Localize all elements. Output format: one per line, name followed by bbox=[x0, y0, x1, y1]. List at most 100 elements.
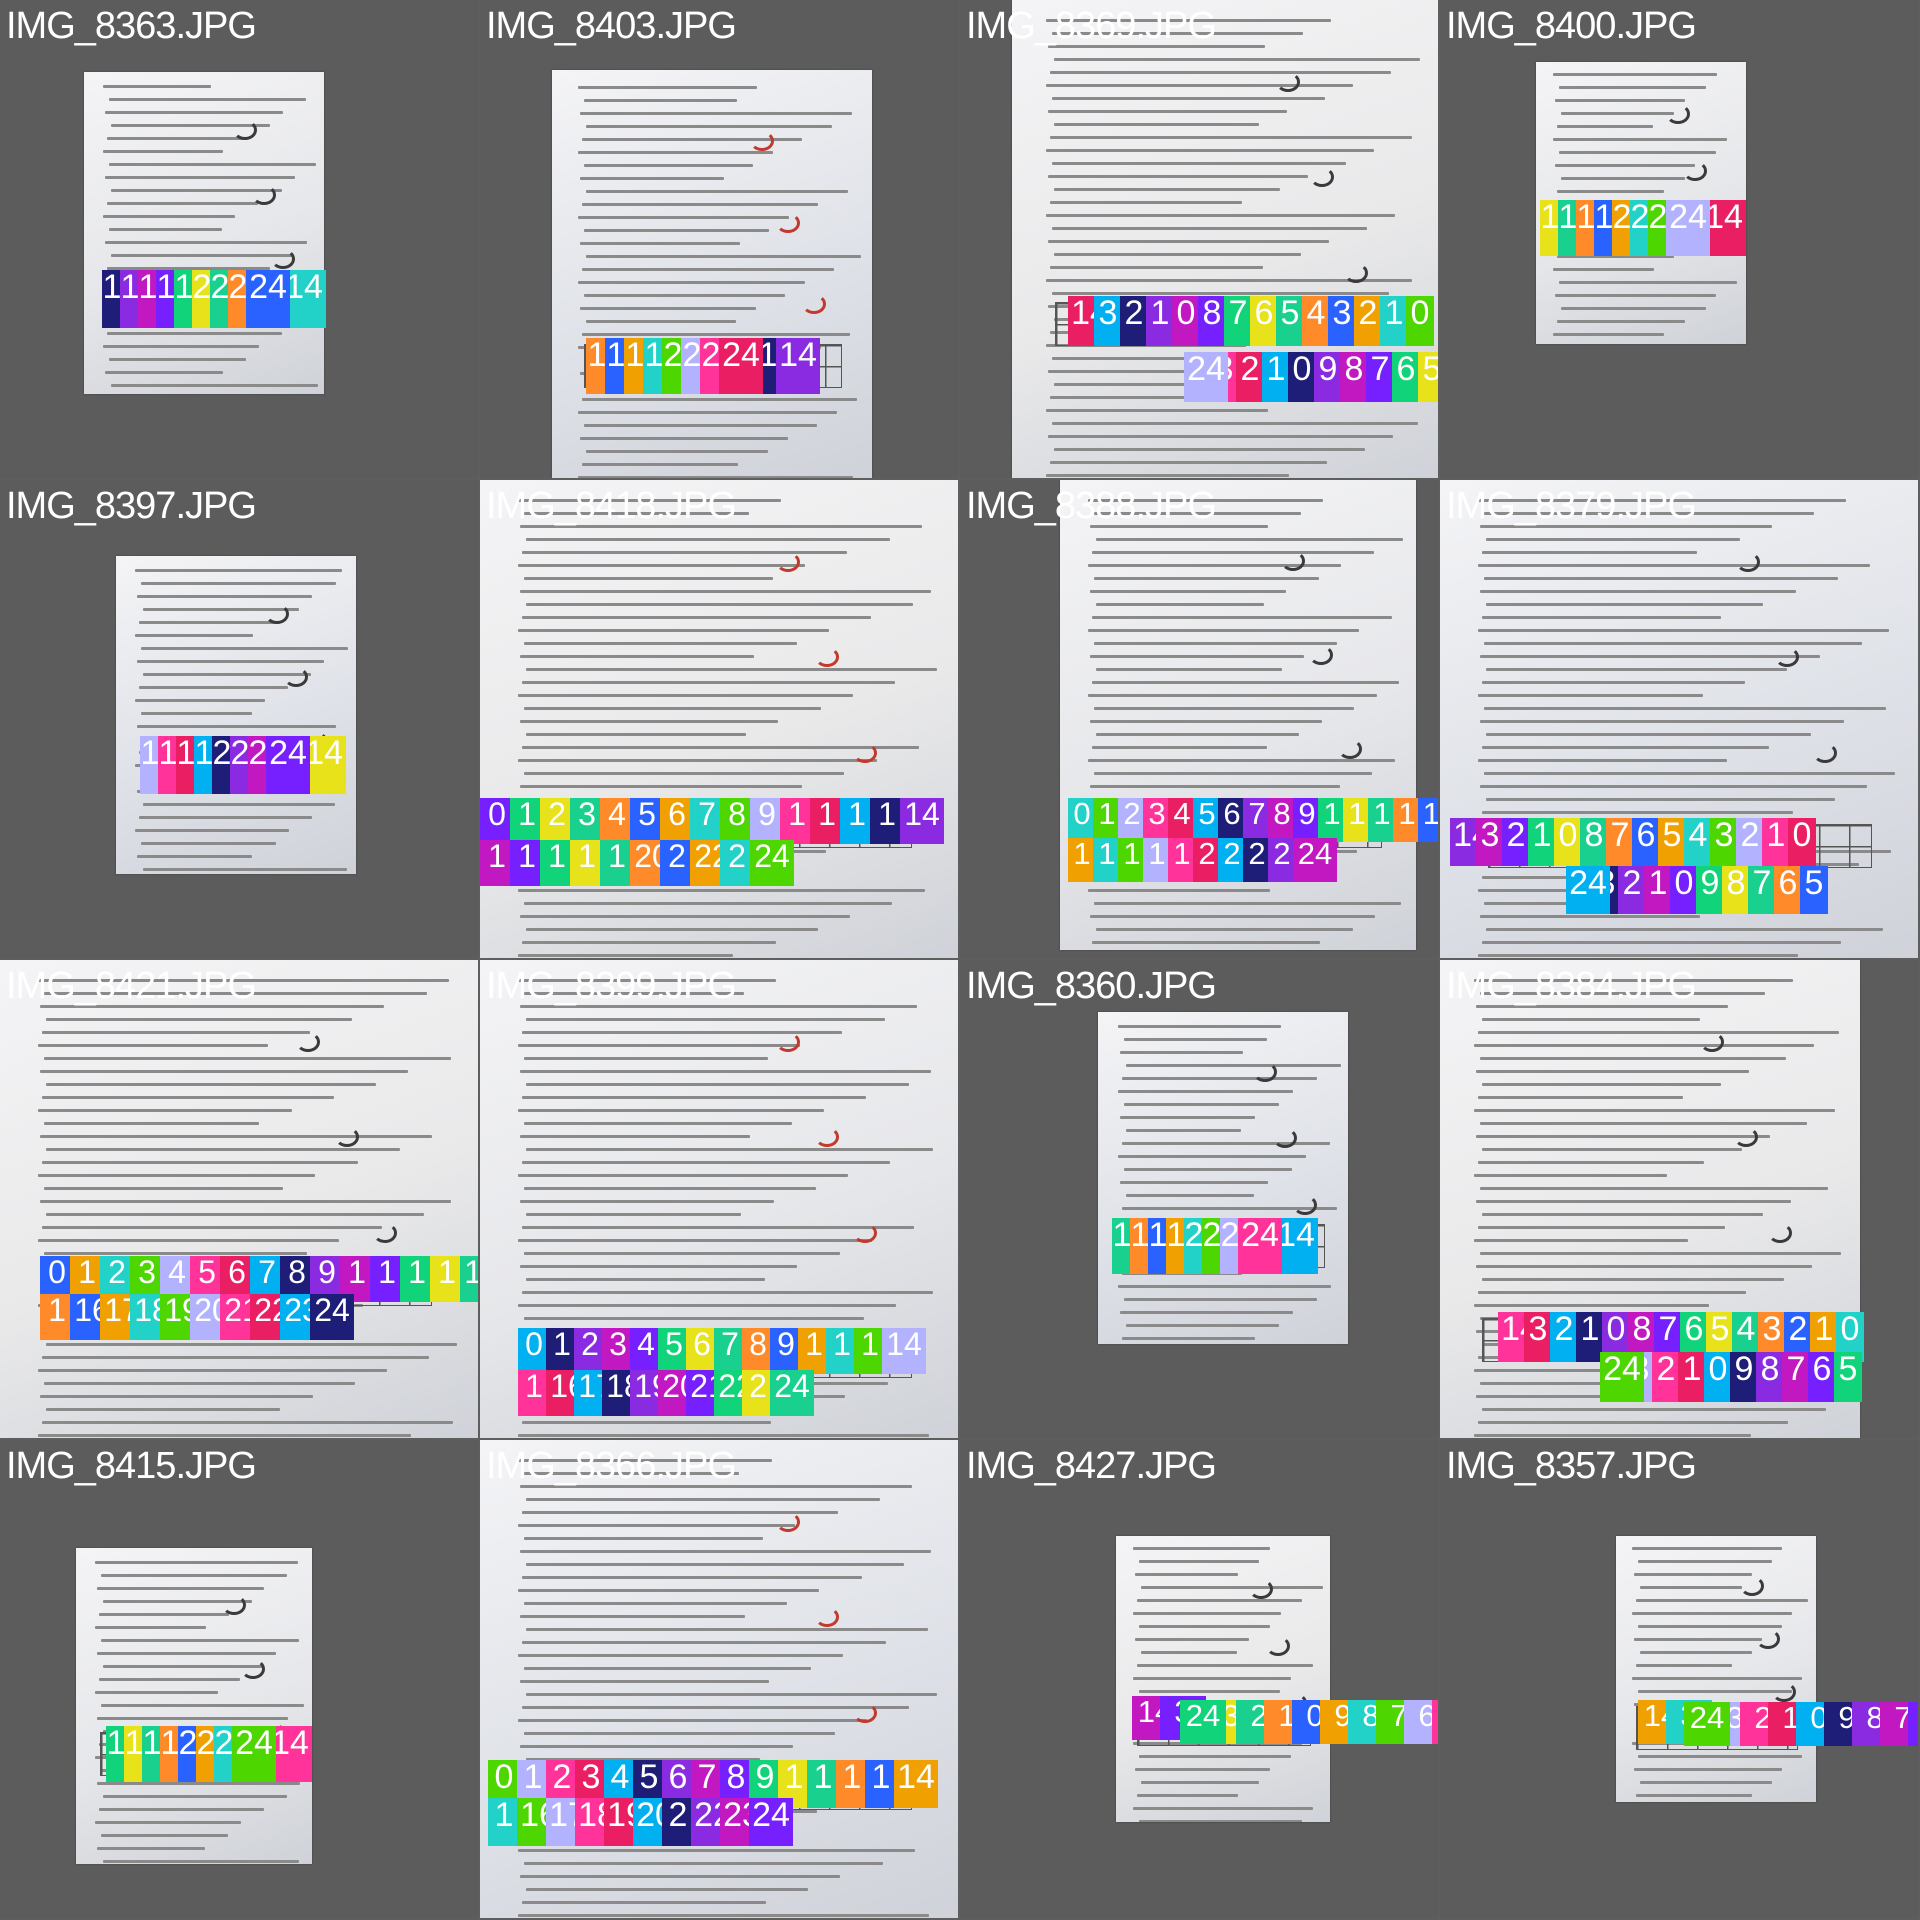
detection-label-box[interactable]: 2 bbox=[1502, 818, 1530, 866]
detection-label-box[interactable]: 1 bbox=[1093, 798, 1121, 842]
detection-label-box[interactable]: 3 bbox=[570, 798, 604, 844]
detection-label-box[interactable]: 8 bbox=[720, 798, 754, 844]
detection-label-box[interactable]: 2 bbox=[1202, 1218, 1222, 1274]
detection-label-box[interactable]: 2 bbox=[1218, 838, 1246, 882]
detection-label-box[interactable]: 14 bbox=[894, 1760, 938, 1808]
detection-label-box[interactable]: 6 bbox=[1218, 798, 1246, 842]
thumbnail-tile[interactable]: 0 1 2 3 4 5 6 7 8 9 1 1 1 14 1 16 17 18 19 20 21 22 2 24 IMG_839… bbox=[480, 960, 958, 1438]
detection-label-box[interactable]: 7 bbox=[690, 798, 724, 844]
detection-label-box[interactable]: 24 bbox=[770, 1370, 814, 1416]
detection-label-box[interactable]: 5 bbox=[630, 798, 664, 844]
detection-label-box[interactable]: 1 bbox=[836, 1760, 868, 1808]
detection-label-box[interactable]: 1 bbox=[1762, 818, 1790, 866]
detection-label-box[interactable]: 6 bbox=[1632, 818, 1660, 866]
detection-label-box[interactable]: 24 bbox=[749, 1798, 793, 1846]
detection-label-box[interactable]: 24 bbox=[1684, 1702, 1730, 1746]
detection-label-box[interactable]: 1 bbox=[510, 798, 544, 844]
detection-label-box[interactable]: 24 bbox=[1666, 200, 1710, 256]
detection-label-box[interactable]: 1 bbox=[1112, 1218, 1132, 1274]
detection-label-box[interactable]: 1 bbox=[1368, 798, 1396, 842]
detection-label-box[interactable]: 1 bbox=[510, 840, 544, 886]
thumbnail-tile[interactable]: 14321087654321024321098765IMG_8369.JPG bbox=[960, 0, 1438, 478]
detection-label-box[interactable]: 7 bbox=[1782, 1352, 1810, 1402]
detection-label-box[interactable]: 8 bbox=[1722, 866, 1750, 914]
detection-label-box[interactable]: 24 bbox=[1184, 352, 1228, 402]
detection-label-box[interactable]: 5 bbox=[1418, 352, 1438, 402]
detection-label-box[interactable]: 1 bbox=[1262, 352, 1290, 402]
detection-label-box[interactable]: 3 bbox=[1710, 818, 1738, 866]
detection-label-box[interactable]: 2 bbox=[1236, 352, 1264, 402]
detection-label-box[interactable]: 14 bbox=[460, 1256, 478, 1302]
detection-label-box[interactable]: 1 bbox=[870, 798, 904, 844]
detection-label-box[interactable]: 24 bbox=[1180, 1700, 1226, 1744]
detection-label-box[interactable]: 1 bbox=[840, 798, 874, 844]
detection-label-box[interactable]: 2 bbox=[1243, 838, 1271, 882]
detection-label-box[interactable]: 5 bbox=[1800, 866, 1828, 914]
thumbnail-tile[interactable]: 14324321098765IMG_8427.JPG bbox=[960, 1440, 1438, 1918]
thumbnail-tile[interactable]: 14321087654321024321098765IMG_8379.JPG bbox=[1440, 480, 1918, 958]
detection-label-box[interactable]: 8 bbox=[1198, 296, 1226, 346]
detection-label-box[interactable]: 2 bbox=[1120, 296, 1148, 346]
detection-label-box[interactable]: 14 bbox=[900, 798, 944, 844]
detection-label-box[interactable]: 7 bbox=[1243, 798, 1271, 842]
detection-label-box[interactable]: 1 bbox=[156, 270, 176, 328]
detection-label-box[interactable]: 24 bbox=[246, 270, 290, 328]
detection-label-box[interactable]: 8 bbox=[1756, 1352, 1784, 1402]
detection-label-box[interactable]: 1 bbox=[174, 270, 194, 328]
detection-label-box[interactable]: 1 bbox=[1576, 200, 1596, 256]
detection-label-box[interactable]: 0 bbox=[1670, 866, 1698, 914]
detection-label-box[interactable]: 1 bbox=[1594, 200, 1614, 256]
detection-label-box[interactable]: 0 bbox=[1704, 1352, 1732, 1402]
detection-label-box[interactable]: 2 bbox=[230, 736, 250, 794]
detection-label-box[interactable]: 1 bbox=[160, 1726, 180, 1782]
detection-label-box[interactable]: 8 bbox=[1580, 818, 1608, 866]
detection-label-box[interactable]: 2 bbox=[1220, 1218, 1240, 1274]
detection-label-box[interactable]: 24 bbox=[1566, 866, 1610, 914]
detection-label-box[interactable]: 24 bbox=[719, 338, 763, 394]
thumbnail-tile[interactable]: 111122224114IMG_8360.JPG bbox=[960, 960, 1438, 1438]
detection-label-box[interactable]: 7 bbox=[1606, 818, 1634, 866]
detection-label-box[interactable]: 0 bbox=[480, 798, 514, 844]
detection-label-box[interactable]: 1 bbox=[865, 1760, 897, 1808]
detection-label-box[interactable]: 1 bbox=[1168, 838, 1196, 882]
detection-label-box[interactable]: 1 bbox=[40, 1294, 74, 1340]
detection-label-box[interactable]: 1 bbox=[1380, 296, 1408, 346]
detection-label-box[interactable]: 1 bbox=[176, 736, 196, 794]
thumbnail-tile[interactable]: 111122224114IMG_8415.JPG bbox=[0, 1440, 478, 1918]
detection-label-box[interactable]: 1 bbox=[1558, 200, 1578, 256]
detection-label-box[interactable]: 2 bbox=[210, 270, 230, 328]
detection-label-box[interactable]: 1 bbox=[600, 840, 634, 886]
detection-label-box[interactable]: 1 bbox=[810, 798, 844, 844]
detection-label-box[interactable]: 5 bbox=[1193, 798, 1221, 842]
detection-label-box[interactable]: 24 bbox=[1238, 1218, 1282, 1274]
detection-label-box[interactable]: 24 bbox=[266, 736, 310, 794]
detection-label-box[interactable]: 2 bbox=[228, 270, 248, 328]
detection-label-box[interactable]: 1 bbox=[1393, 798, 1421, 842]
detection-label-box[interactable]: 1 bbox=[480, 840, 514, 886]
detection-label-box[interactable]: 3 bbox=[1328, 296, 1356, 346]
detection-label-box[interactable]: 1 bbox=[102, 270, 122, 328]
detection-label-box[interactable]: 1 bbox=[1146, 296, 1174, 346]
detection-label-box[interactable]: 1 bbox=[1540, 200, 1560, 256]
detection-label-box[interactable]: 14 bbox=[1418, 798, 1438, 842]
detection-label-box[interactable]: 24 bbox=[750, 840, 794, 886]
detection-label-box[interactable]: 5 bbox=[1658, 818, 1686, 866]
detection-label-box[interactable]: 1 bbox=[158, 736, 178, 794]
thumbnail-tile[interactable]: 111122224114IMG_8397.JPG bbox=[0, 480, 478, 958]
detection-label-box[interactable]: 1 bbox=[138, 270, 158, 328]
detection-label-box[interactable]: 24 bbox=[1600, 1352, 1644, 1402]
detection-label-box[interactable]: 4 bbox=[1168, 798, 1196, 842]
detection-label-box[interactable]: 24 bbox=[232, 1726, 276, 1782]
detection-label-box[interactable]: 6 bbox=[1908, 1702, 1918, 1746]
detection-label-box[interactable]: 5 bbox=[1432, 1700, 1438, 1744]
detection-label-box[interactable]: 1 bbox=[1118, 838, 1146, 882]
detection-label-box[interactable]: 3 bbox=[1143, 798, 1171, 842]
detection-label-box[interactable]: 7 bbox=[1748, 866, 1776, 914]
detection-label-box[interactable]: 2 bbox=[192, 270, 212, 328]
detection-label-box[interactable]: 2 bbox=[540, 798, 574, 844]
detection-label-box[interactable]: 2 bbox=[214, 1726, 234, 1782]
detection-label-box[interactable]: 4 bbox=[1302, 296, 1330, 346]
detection-label-box[interactable]: 2 bbox=[1550, 1312, 1578, 1362]
detection-label-box[interactable]: 2 bbox=[1354, 296, 1382, 346]
detection-label-box[interactable]: 6 bbox=[660, 798, 694, 844]
